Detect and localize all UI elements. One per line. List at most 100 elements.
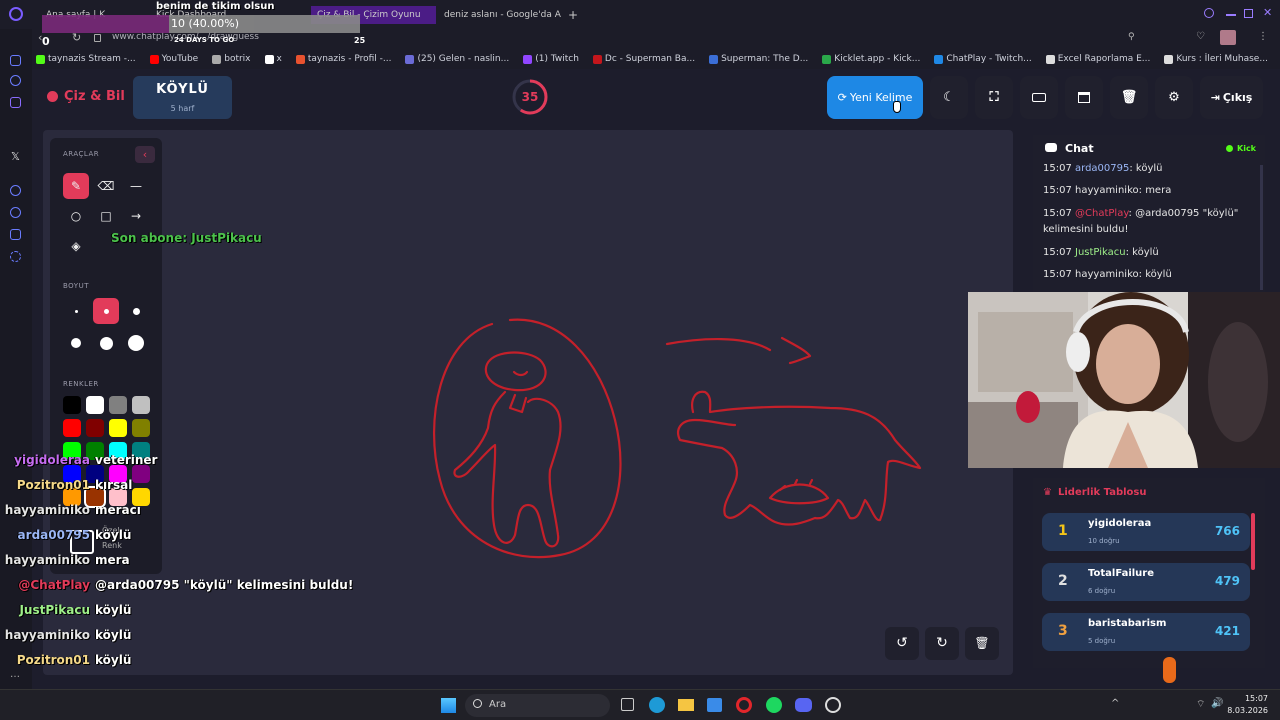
redo-button[interactable]: ↻ bbox=[925, 627, 959, 660]
size-4[interactable] bbox=[63, 330, 89, 356]
volume-icon[interactable]: 🔊 bbox=[1211, 698, 1223, 709]
fill-bucket-icon: ◈ bbox=[71, 239, 81, 253]
windows-start-icon[interactable] bbox=[441, 698, 456, 713]
chat-time: 15:07 bbox=[1043, 208, 1072, 219]
kick-notification-badge bbox=[1163, 657, 1176, 683]
clear-button[interactable]: 🗑 bbox=[965, 627, 999, 660]
chat-time: 15:07 bbox=[1043, 269, 1072, 280]
leaderboard-title: Liderlik Tablosu bbox=[1058, 487, 1147, 498]
arrow-tool[interactable]: → bbox=[123, 203, 149, 229]
eraser-tool[interactable]: ⌫ bbox=[93, 173, 119, 199]
leaderboard-name: baristabarism bbox=[1088, 618, 1167, 629]
size-3[interactable] bbox=[123, 298, 149, 324]
spotify-icon[interactable] bbox=[766, 697, 782, 713]
color-swatch[interactable] bbox=[63, 396, 81, 414]
chat-text: : köylü bbox=[1125, 247, 1159, 258]
chat-user[interactable]: @ChatPlay bbox=[1075, 208, 1129, 219]
taskbar: Ara ^ ⌔ 🔊 15:07 8.03.2026 bbox=[0, 689, 1280, 720]
overlay-chat-user: hayyaminiko bbox=[4, 503, 90, 517]
brush-icon: ✎ bbox=[70, 179, 82, 193]
leaderboard-row: 1 yigidoleraa 10 doğru 766 bbox=[1042, 513, 1250, 551]
line-tool[interactable]: — bbox=[123, 173, 149, 199]
overlay-chat-message: köylü bbox=[95, 628, 132, 642]
colors-title: RENKLER bbox=[63, 380, 99, 388]
arrow-right-icon: → bbox=[130, 209, 142, 223]
last-subscriber: Son abone: JustPikacu bbox=[111, 231, 262, 245]
obs-icon[interactable] bbox=[825, 697, 841, 713]
overlay-chat-user: Pozitron01 bbox=[16, 653, 90, 667]
chat-user[interactable]: arda00795 bbox=[1075, 163, 1129, 174]
overlay-chat-user: arda00795 bbox=[17, 528, 90, 542]
search-box[interactable]: Ara bbox=[465, 694, 610, 717]
chat-text: : köylü bbox=[1129, 163, 1163, 174]
leaderboard-scrollbar[interactable] bbox=[1251, 513, 1255, 570]
clock-date[interactable]: 8.03.2026 bbox=[1224, 706, 1268, 715]
platform-label: Kick bbox=[1237, 144, 1257, 153]
color-swatch[interactable] bbox=[132, 419, 150, 437]
size-2[interactable] bbox=[93, 298, 119, 324]
task-view-icon[interactable] bbox=[621, 698, 634, 711]
leaderboard-row: 2 TotalFailure 6 doğru 479 bbox=[1042, 563, 1250, 601]
overlay-chat-message: köylü bbox=[95, 528, 132, 542]
color-swatch[interactable] bbox=[132, 465, 150, 483]
leaderboard-correct: 5 doğru bbox=[1088, 637, 1116, 645]
clock-time[interactable]: 15:07 bbox=[1228, 694, 1268, 703]
color-swatch[interactable] bbox=[86, 419, 104, 437]
chat-time: 15:07 bbox=[1043, 163, 1072, 174]
leaderboard-rank: 3 bbox=[1058, 623, 1068, 639]
overlay-chat-message: @arda00795 "köylü" kelimesini buldu! bbox=[95, 578, 354, 592]
color-swatch[interactable] bbox=[109, 419, 127, 437]
chat-message: 15:07 hayyaminiko: köylü bbox=[1043, 267, 1253, 283]
leaderboard-score: 766 bbox=[1214, 524, 1240, 538]
crown-icon: ♛ bbox=[1043, 487, 1052, 498]
size-5[interactable] bbox=[93, 330, 119, 356]
discord-icon[interactable] bbox=[795, 698, 812, 712]
overlay-chat-user: hayyaminiko bbox=[4, 628, 90, 642]
leaderboard-row: 3 baristabarism 5 doğru 421 bbox=[1042, 613, 1250, 651]
color-swatch[interactable] bbox=[132, 396, 150, 414]
chat-user[interactable]: JustPikacu bbox=[1075, 247, 1126, 258]
chat-message: 15:07 hayyaminiko: mera bbox=[1043, 183, 1253, 199]
leaderboard-score: 479 bbox=[1214, 574, 1240, 588]
circle-tool[interactable]: ○ bbox=[63, 203, 89, 229]
brush-tool[interactable]: ✎ bbox=[63, 173, 89, 199]
collapse-button[interactable]: ‹ bbox=[135, 146, 155, 163]
rectangle-tool[interactable]: □ bbox=[93, 203, 119, 229]
size-title: BOYUT bbox=[63, 282, 89, 290]
undo-button[interactable]: ↺ bbox=[885, 627, 919, 660]
overlay-chat-message: köylü bbox=[95, 603, 132, 617]
leaderboard-rank: 1 bbox=[1058, 523, 1068, 539]
tray-chevron-icon[interactable]: ^ bbox=[1111, 698, 1119, 709]
color-swatch[interactable] bbox=[86, 396, 104, 414]
chat-text: : mera bbox=[1138, 185, 1172, 196]
color-swatch[interactable] bbox=[109, 396, 127, 414]
size-1[interactable] bbox=[63, 298, 89, 324]
overlay-chat-message: kırsal bbox=[95, 478, 133, 492]
size-6[interactable] bbox=[123, 330, 149, 356]
store-icon[interactable] bbox=[707, 698, 722, 712]
chat-user[interactable]: hayyaminiko bbox=[1075, 269, 1139, 280]
line-icon: — bbox=[130, 179, 142, 193]
overlay-chat-message: mera bbox=[95, 553, 130, 567]
overlay-chat-user: @ChatPlay bbox=[18, 578, 90, 592]
opera-taskbar-icon[interactable] bbox=[736, 697, 752, 713]
edge-icon[interactable] bbox=[649, 697, 665, 713]
fill-tool[interactable]: ◈ bbox=[63, 233, 89, 259]
overlay-chat-user: yigidoleraa bbox=[14, 453, 90, 467]
file-explorer-icon[interactable] bbox=[678, 699, 694, 711]
chat-scrollbar[interactable] bbox=[1260, 165, 1263, 290]
overlay-chat-user: JustPikacu bbox=[19, 603, 90, 617]
taskbar-search-text: Ara bbox=[489, 699, 507, 710]
chat-time: 15:07 bbox=[1043, 185, 1072, 196]
color-swatch[interactable] bbox=[63, 419, 81, 437]
webcam-feed bbox=[968, 292, 1280, 468]
overlay-chat-message: veteriner bbox=[95, 453, 158, 467]
network-icon[interactable]: ⌔ bbox=[1196, 698, 1205, 711]
circle-icon: ○ bbox=[70, 209, 82, 223]
search-icon bbox=[473, 699, 482, 708]
overlay-chat-message: köylü bbox=[95, 653, 132, 667]
chat-icon bbox=[1045, 143, 1057, 152]
chat-user[interactable]: hayyaminiko bbox=[1075, 185, 1139, 196]
tools-title: ARAÇLAR bbox=[63, 150, 100, 158]
leaderboard-correct: 10 doğru bbox=[1088, 537, 1120, 545]
